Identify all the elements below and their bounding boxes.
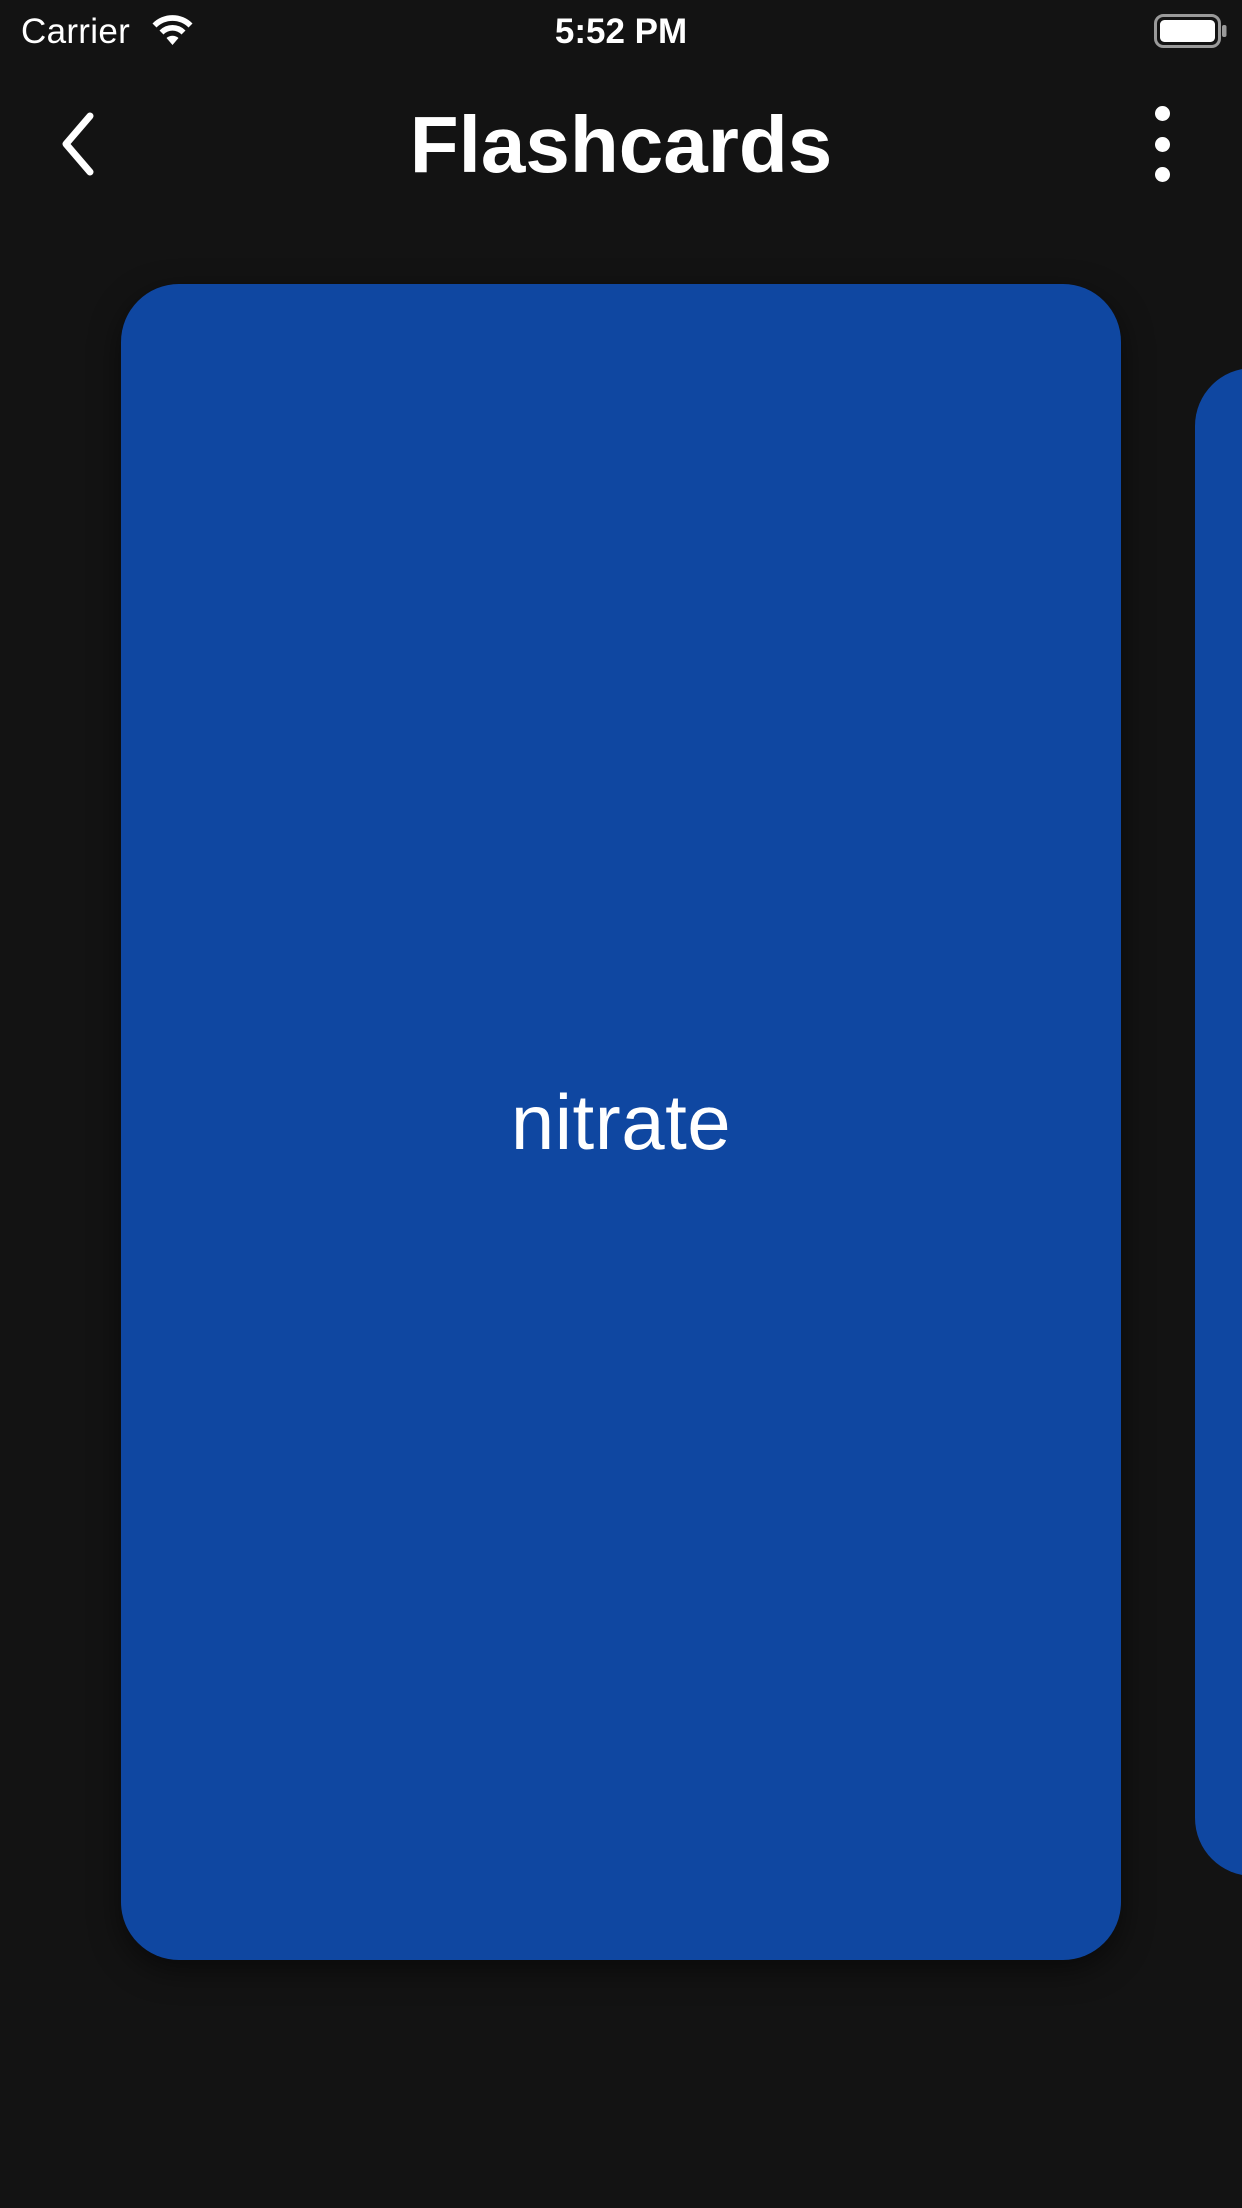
more-vertical-icon xyxy=(1154,106,1170,121)
more-options-button[interactable] xyxy=(1140,106,1184,182)
flashcard-current[interactable]: nitrate xyxy=(121,284,1121,1960)
flashcards-screen: Carrier 5:52 PM Flashcards nitrate xyxy=(0,0,1242,2208)
flashcard-term: nitrate xyxy=(510,1078,732,1166)
more-vertical-icon-dot xyxy=(1154,136,1170,152)
page-title: Flashcards xyxy=(409,100,833,189)
navigation-bar: Flashcards xyxy=(0,90,1242,200)
more-vertical-icon-dot xyxy=(1154,167,1170,182)
status-bar: Carrier 5:52 PM xyxy=(0,0,1242,62)
flashcard-next-peek[interactable] xyxy=(1195,368,1242,1876)
battery-icon xyxy=(1154,14,1227,48)
clock: 5:52 PM xyxy=(554,12,688,51)
